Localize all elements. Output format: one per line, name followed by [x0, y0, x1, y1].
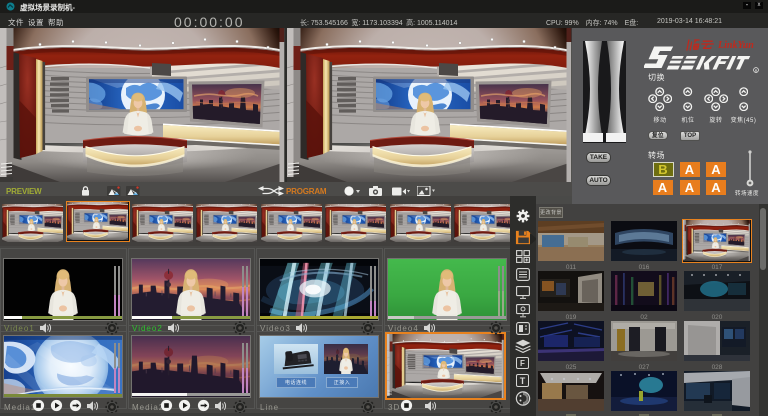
svg-text:R: R [755, 69, 758, 73]
